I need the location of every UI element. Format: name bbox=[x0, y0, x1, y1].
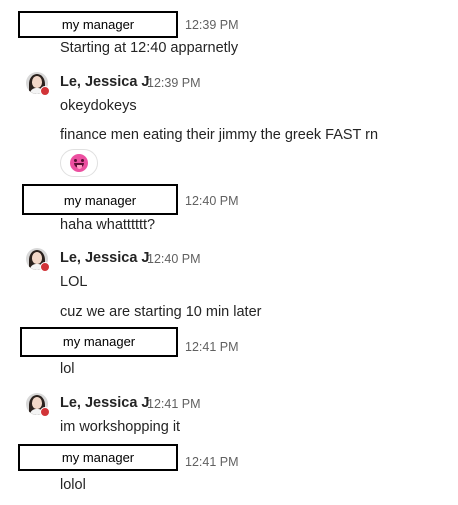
message-text[interactable]: finance men eating their jimmy the greek… bbox=[60, 127, 378, 143]
timestamp: 12:41 PM bbox=[185, 340, 239, 354]
message-text[interactable]: cuz we are starting 10 min later bbox=[60, 304, 261, 320]
message-text[interactable]: lol bbox=[60, 361, 75, 377]
timestamp: 12:39 PM bbox=[147, 76, 201, 90]
presence-busy-icon bbox=[40, 262, 50, 272]
message-text[interactable]: haha whatttttt? bbox=[60, 217, 155, 233]
redacted-sender-name: my manager bbox=[18, 444, 178, 471]
timestamp: 12:41 PM bbox=[147, 397, 201, 411]
sender-name: my manager bbox=[61, 450, 135, 465]
timestamp: 12:40 PM bbox=[147, 252, 201, 266]
presence-busy-icon bbox=[40, 407, 50, 417]
presence-busy-icon bbox=[40, 86, 50, 96]
timestamp: 12:41 PM bbox=[185, 455, 239, 469]
sender-name[interactable]: Le, Jessica J bbox=[60, 74, 150, 90]
reaction-button[interactable] bbox=[60, 149, 98, 177]
sender-name: my manager bbox=[62, 334, 136, 349]
timestamp: 12:40 PM bbox=[185, 194, 239, 208]
sender-name[interactable]: Le, Jessica J bbox=[60, 250, 150, 266]
message-text[interactable]: LOL bbox=[60, 274, 87, 290]
timestamp: 12:39 PM bbox=[185, 18, 239, 32]
redacted-sender-name: my manager bbox=[20, 327, 178, 357]
message-text[interactable]: okeydokeys bbox=[60, 98, 137, 114]
message-text[interactable]: lolol bbox=[60, 477, 86, 493]
sender-name: my manager bbox=[61, 17, 135, 32]
redacted-sender-name: my manager bbox=[18, 11, 178, 38]
sender-name: my manager bbox=[63, 193, 137, 208]
laughing-tongue-emoji-icon bbox=[70, 154, 88, 172]
message-text[interactable]: Starting at 12:40 apparnetly bbox=[60, 40, 238, 56]
redacted-sender-name: my manager bbox=[22, 184, 178, 215]
message-text[interactable]: im workshopping it bbox=[60, 419, 180, 435]
sender-name[interactable]: Le, Jessica J bbox=[60, 395, 150, 411]
